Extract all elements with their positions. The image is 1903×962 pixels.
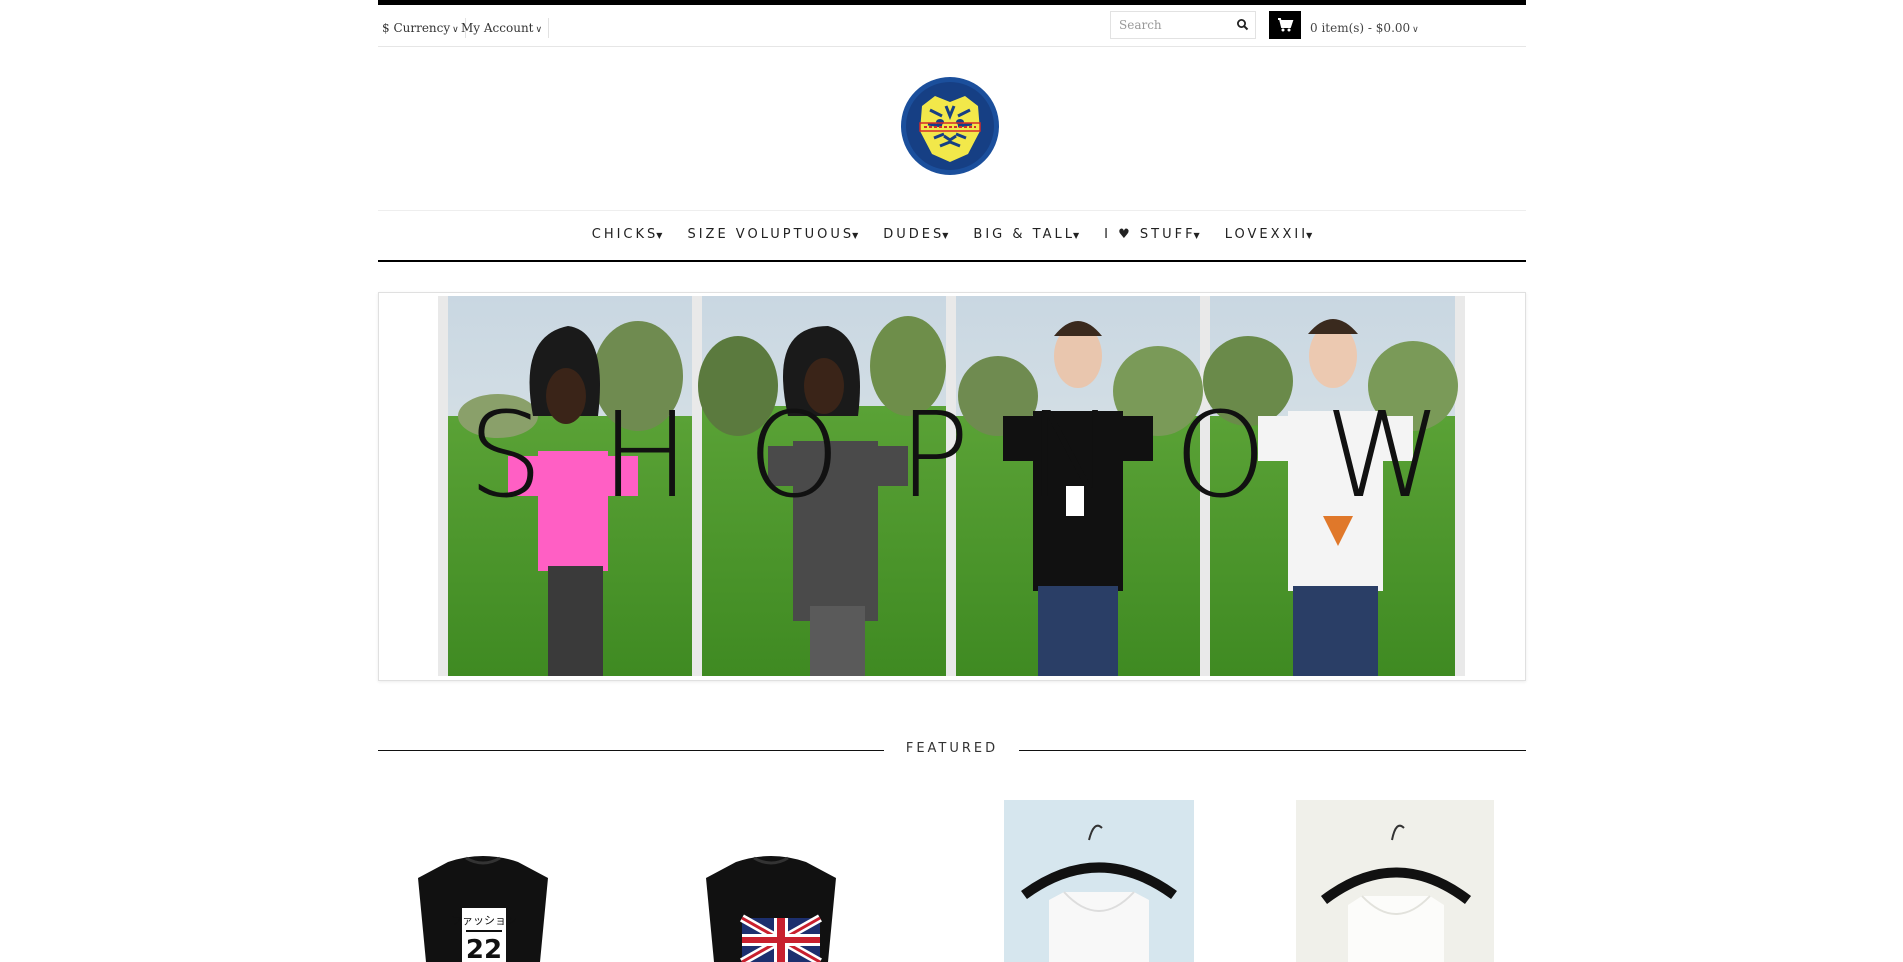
cart-summary-text: 0 item(s) - $0.00: [1310, 21, 1411, 35]
currency-label: $ Currency: [382, 21, 451, 35]
svg-text:22: 22: [466, 935, 502, 962]
product-card-3[interactable]: [1004, 800, 1194, 962]
product-image: ファッション 22: [418, 856, 548, 962]
nav-label: I ♥ STUFF: [1104, 227, 1196, 242]
account-label: My Account: [461, 21, 534, 35]
svg-text:ファッション: ファッション: [451, 914, 517, 927]
store-logo[interactable]: [900, 76, 1000, 176]
cart-icon: [1278, 18, 1294, 32]
nav-item-chicks[interactable]: CHICKS▼: [592, 227, 663, 242]
search-input[interactable]: [1111, 12, 1229, 38]
divider-right: [1019, 750, 1526, 751]
chevron-down-icon: ∨: [452, 25, 459, 35]
nav-label: BIG & TALL: [973, 227, 1075, 242]
chevron-down-icon: ∨: [535, 25, 543, 35]
nav-item-size-voluptuous[interactable]: SIZE VOLUPTUOUS▼: [687, 227, 858, 242]
search-box: [1110, 11, 1256, 39]
main-nav: CHICKS▼ SIZE VOLUPTUOUS▼ DUDES▼ BIG & TA…: [378, 210, 1526, 262]
page-container: $ Currency∨ My Account∨ 0 item(s) -: [378, 0, 1526, 962]
nav-label: LOVEXXII: [1224, 227, 1309, 242]
nav-label: SIZE VOLUPTUOUS: [687, 227, 855, 242]
shop-now-text: SHOPNOW: [468, 386, 1500, 524]
product-image: [1296, 800, 1494, 962]
caret-down-icon: ▼: [656, 231, 663, 240]
product-image: [706, 856, 836, 962]
featured-title: FEATURED: [905, 741, 999, 756]
featured-heading: FEATURED: [378, 740, 1526, 760]
product-card-2[interactable]: [696, 800, 846, 962]
caret-down-icon: ▼: [1072, 231, 1080, 240]
nav-item-lovexxii[interactable]: LOVEXXII▼: [1225, 227, 1313, 242]
caret-down-icon: ▼: [1193, 231, 1200, 240]
hero-photo-strip: SHOPNOW: [438, 296, 1465, 676]
caret-down-icon: ▼: [1306, 231, 1313, 240]
search-button[interactable]: [1235, 17, 1251, 33]
header-bar: $ Currency∨ My Account∨ 0 item(s) -: [378, 5, 1526, 47]
nav-label: DUDES: [883, 227, 945, 242]
nav-item-i-love-stuff[interactable]: I ♥ STUFF▼: [1104, 227, 1200, 242]
nav-label: CHICKS: [591, 227, 659, 242]
hero-banner[interactable]: SHOPNOW: [378, 292, 1526, 681]
product-card-4[interactable]: [1296, 800, 1494, 962]
nav-item-big-tall[interactable]: BIG & TALL▼: [973, 227, 1079, 242]
my-account-dropdown[interactable]: My Account ∨: [461, 18, 550, 38]
cart-button[interactable]: [1269, 11, 1301, 39]
currency-dropdown[interactable]: $ Currency ∨: [382, 18, 466, 38]
nav-item-dudes[interactable]: DUDES▼: [883, 227, 948, 242]
caret-down-icon: ▼: [942, 231, 949, 240]
cart-summary[interactable]: 0 item(s) - $0.00 ∨: [1310, 18, 1419, 40]
tiger-logo-icon: [901, 77, 999, 175]
chevron-down-icon: ∨: [1412, 25, 1419, 35]
search-icon: [1237, 19, 1249, 31]
product-card-1[interactable]: ファッション 22: [408, 800, 558, 962]
caret-down-icon: ▼: [852, 231, 859, 240]
product-image: [1004, 800, 1194, 962]
